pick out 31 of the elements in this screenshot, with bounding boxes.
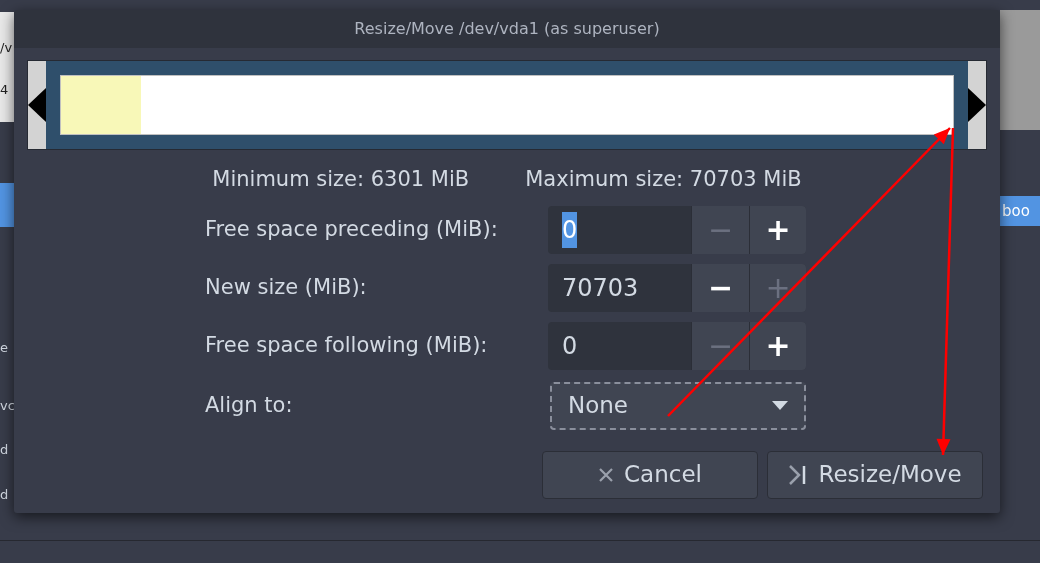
maximum-size-text: Maximum size: 70703 MiB — [525, 166, 802, 193]
background-text: e — [0, 340, 8, 356]
background-text: d — [0, 487, 9, 503]
left-resize-handle[interactable] — [28, 61, 46, 149]
field-value: 0 — [562, 211, 578, 248]
field-label: Align to: — [205, 391, 294, 419]
number-field[interactable]: 70703 — [548, 263, 691, 312]
cancel-button[interactable]: Cancel — [542, 450, 758, 499]
right-resize-handle[interactable] — [968, 61, 986, 149]
decrement-button[interactable]: − — [691, 263, 749, 312]
background-text: 4 — [0, 82, 9, 98]
align-dropdown[interactable]: None — [550, 381, 806, 430]
resize-move-button[interactable]: Resize/Move — [767, 450, 983, 499]
window-title: Resize/Move /dev/vda1 (as superuser) — [354, 18, 660, 40]
field-label: Free space preceding (MiB): — [205, 215, 499, 243]
background-text: d — [0, 442, 9, 458]
field-label: Free space following (MiB): — [205, 331, 489, 359]
close-icon — [598, 466, 615, 483]
background-text: boo — [1000, 196, 1040, 226]
field-value: 0 — [562, 330, 578, 362]
right-triangle-icon — [968, 88, 986, 122]
minimum-size-text: Minimum size: 6301 MiB — [212, 166, 470, 193]
left-triangle-icon — [28, 88, 46, 122]
field-label: New size (MiB): — [205, 273, 368, 301]
background-text: vc — [0, 398, 15, 414]
increment-button[interactable]: + — [749, 205, 806, 254]
caret-icon — [772, 401, 788, 410]
increment-button[interactable]: + — [749, 321, 806, 370]
field-value: 70703 — [562, 272, 639, 304]
number-field[interactable]: 0 — [548, 321, 691, 370]
background-text: /v — [0, 40, 13, 56]
